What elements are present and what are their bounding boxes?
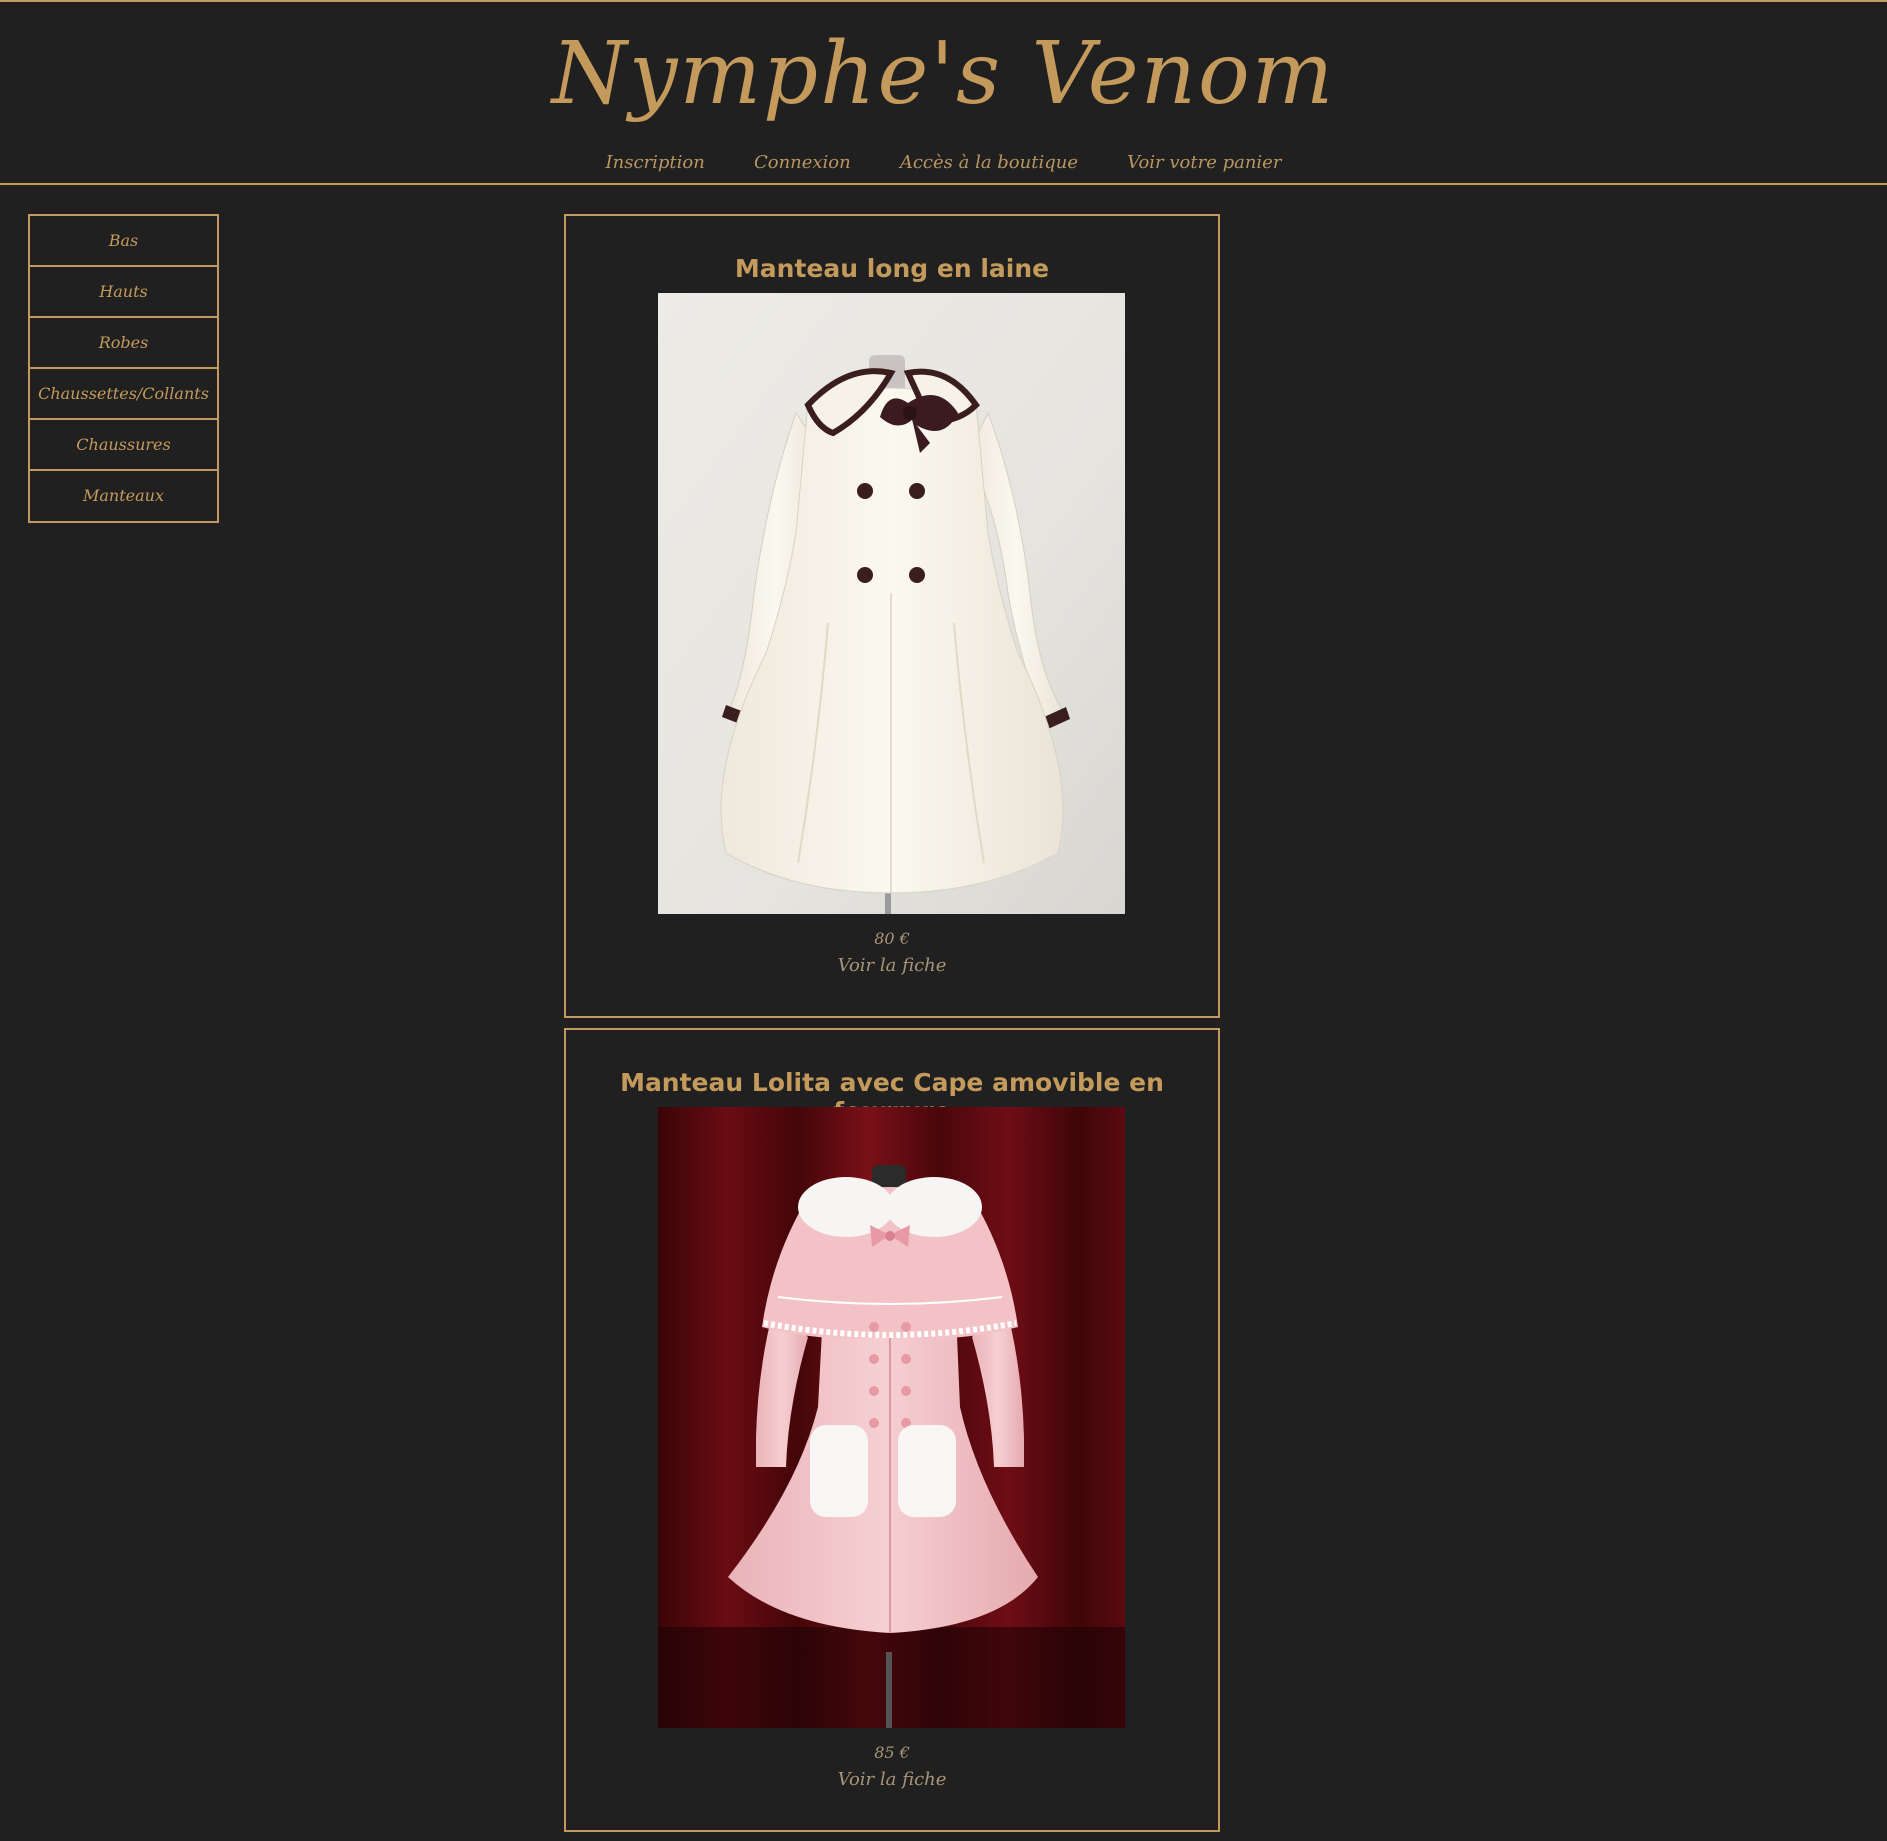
product-card: Manteau long en laine 80 € Voir la fiche: [564, 214, 1220, 1018]
sidebar-item-hauts[interactable]: Hauts: [30, 267, 217, 318]
sidebar-item-chaussures[interactable]: Chaussures: [30, 420, 217, 471]
nav-connexion-link[interactable]: Connexion: [754, 152, 851, 173]
site-header: Nymphe's Venom Inscription Connexion Acc…: [0, 2, 1887, 185]
nav-boutique-link[interactable]: Accès à la boutique: [900, 152, 1078, 173]
sidebar-item-manteaux[interactable]: Manteaux: [30, 471, 217, 521]
product-image[interactable]: [658, 293, 1125, 914]
main-nav: Inscription Connexion Accès à la boutiqu…: [0, 152, 1887, 173]
nav-panier-link[interactable]: Voir votre panier: [1127, 152, 1281, 173]
view-product-link[interactable]: Voir la fiche: [566, 955, 1218, 976]
view-product-link[interactable]: Voir la fiche: [566, 1769, 1218, 1790]
product-price: 85 €: [874, 1743, 910, 1762]
product-title: Manteau long en laine: [734, 254, 1050, 283]
category-sidebar: Bas Hauts Robes Chaussettes/Collants Cha…: [28, 214, 219, 523]
nav-inscription-link[interactable]: Inscription: [606, 152, 705, 173]
sidebar-item-bas[interactable]: Bas: [30, 216, 217, 267]
product-image[interactable]: [658, 1107, 1125, 1728]
product-card: Manteau Lolita avec Cape amovible en fou…: [564, 1028, 1220, 1832]
product-price: 80 €: [874, 929, 910, 948]
sidebar-item-chaussettes-collants[interactable]: Chaussettes/Collants: [30, 369, 217, 420]
sidebar-item-robes[interactable]: Robes: [30, 318, 217, 369]
site-title[interactable]: Nymphe's Venom: [0, 24, 1887, 124]
